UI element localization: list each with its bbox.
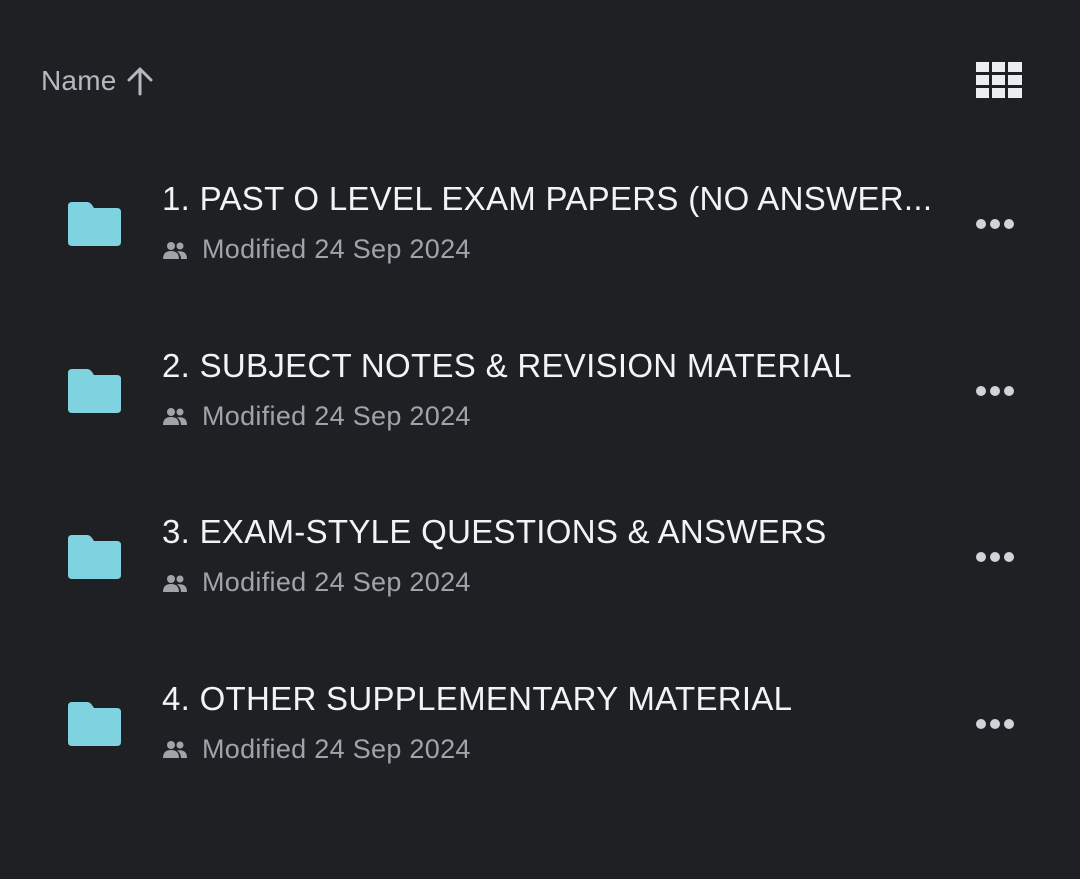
folder-meta: Modified 24 Sep 2024 <box>162 401 471 432</box>
people-icon <box>163 241 187 259</box>
folder-icon <box>68 701 121 746</box>
more-icon[interactable] <box>968 373 1022 409</box>
folder-meta: Modified 24 Sep 2024 <box>162 567 471 598</box>
folder-row[interactable]: 2. SUBJECT NOTES & REVISION MATERIAL Mod… <box>0 307 1080 474</box>
folder-icon <box>68 202 121 246</box>
folder-row[interactable]: 3. EXAM-STYLE QUESTIONS & ANSWERS Modifi… <box>0 473 1080 640</box>
folder-title: 2. SUBJECT NOTES & REVISION MATERIAL <box>162 346 852 384</box>
arrow-up-icon <box>127 67 152 96</box>
people-icon <box>163 741 187 759</box>
more-icon[interactable] <box>968 539 1022 575</box>
modified-date: Modified 24 Sep 2024 <box>202 400 471 431</box>
more-icon[interactable] <box>968 206 1022 242</box>
modified-date: Modified 24 Sep 2024 <box>202 234 471 264</box>
folder-meta: Modified 24 Sep 2024 <box>162 234 471 265</box>
sort-by-name-button[interactable]: Name <box>41 58 155 104</box>
folder-title: 4. OTHER SUPPLEMENTARY MATERIAL <box>162 679 793 717</box>
more-icon[interactable] <box>968 706 1022 742</box>
folder-title: 3. EXAM-STYLE QUESTIONS & ANSWERS <box>162 513 827 551</box>
folder-row[interactable]: 1. PAST O LEVEL EXAM PAPERS (NO ANSWER..… <box>0 140 1080 307</box>
people-icon <box>163 408 187 426</box>
modified-date: Modified 24 Sep 2024 <box>202 567 471 598</box>
folder-meta: Modified 24 Sep 2024 <box>162 734 471 765</box>
folder-row[interactable]: 4. OTHER SUPPLEMENTARY MATERIAL Modified… <box>0 640 1080 807</box>
folder-list: 1. PAST O LEVEL EXAM PAPERS (NO ANSWER..… <box>0 140 1080 806</box>
modified-date: Modified 24 Sep 2024 <box>202 733 471 764</box>
grid-view-icon[interactable] <box>976 62 1022 98</box>
folder-title: 1. PAST O LEVEL EXAM PAPERS (NO ANSWER..… <box>162 180 933 217</box>
folder-icon <box>68 368 121 413</box>
sort-label: Name <box>41 65 117 96</box>
people-icon <box>163 574 187 592</box>
folder-icon <box>68 535 121 580</box>
